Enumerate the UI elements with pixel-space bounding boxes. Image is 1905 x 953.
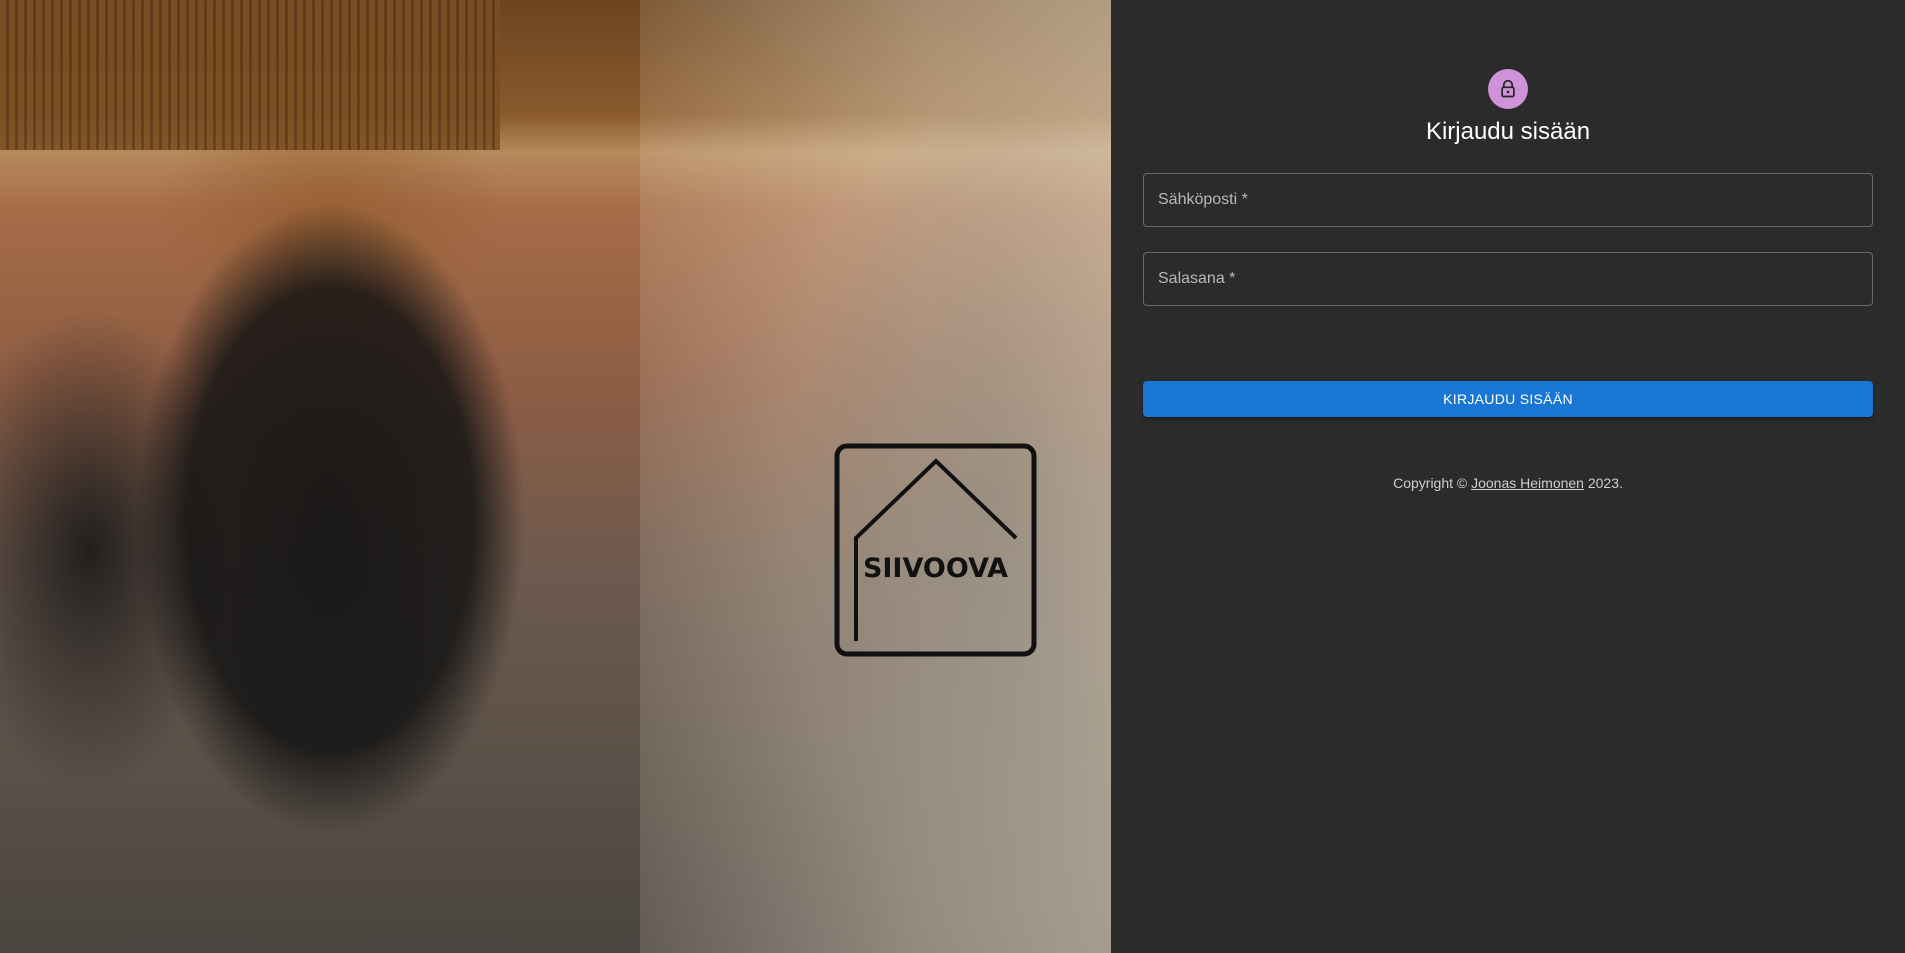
page-title: Kirjaudu sisään <box>1425 118 1591 145</box>
password-input[interactable] <box>1144 253 1872 305</box>
copyright: Copyright © Joonas Heimonen 2023. <box>1111 475 1905 491</box>
hero-image: SIIVOOVA <box>0 0 1111 953</box>
login-page: SIIVOOVA Kirjaudu sisään Sähköposti * Sa… <box>0 0 1905 953</box>
author-link[interactable]: Joonas Heimonen <box>1471 475 1584 491</box>
email-input[interactable] <box>1144 174 1872 226</box>
copyright-prefix: Copyright © <box>1393 475 1472 491</box>
password-field[interactable]: Salasana * <box>1143 252 1873 306</box>
copyright-suffix: 2023. <box>1583 475 1623 491</box>
house-outline-icon <box>834 443 1037 657</box>
siivoova-logo: SIIVOOVA <box>834 443 1037 657</box>
email-field[interactable]: Sähköposti * <box>1143 173 1873 227</box>
logo-text: SIIVOOVA <box>862 553 1009 584</box>
avatar <box>1488 69 1528 109</box>
login-panel: Kirjaudu sisään Sähköposti * Salasana * … <box>1111 0 1905 953</box>
login-button[interactable]: KIRJAUDU SISÄÄN <box>1143 381 1873 417</box>
lock-icon <box>1501 79 1515 98</box>
